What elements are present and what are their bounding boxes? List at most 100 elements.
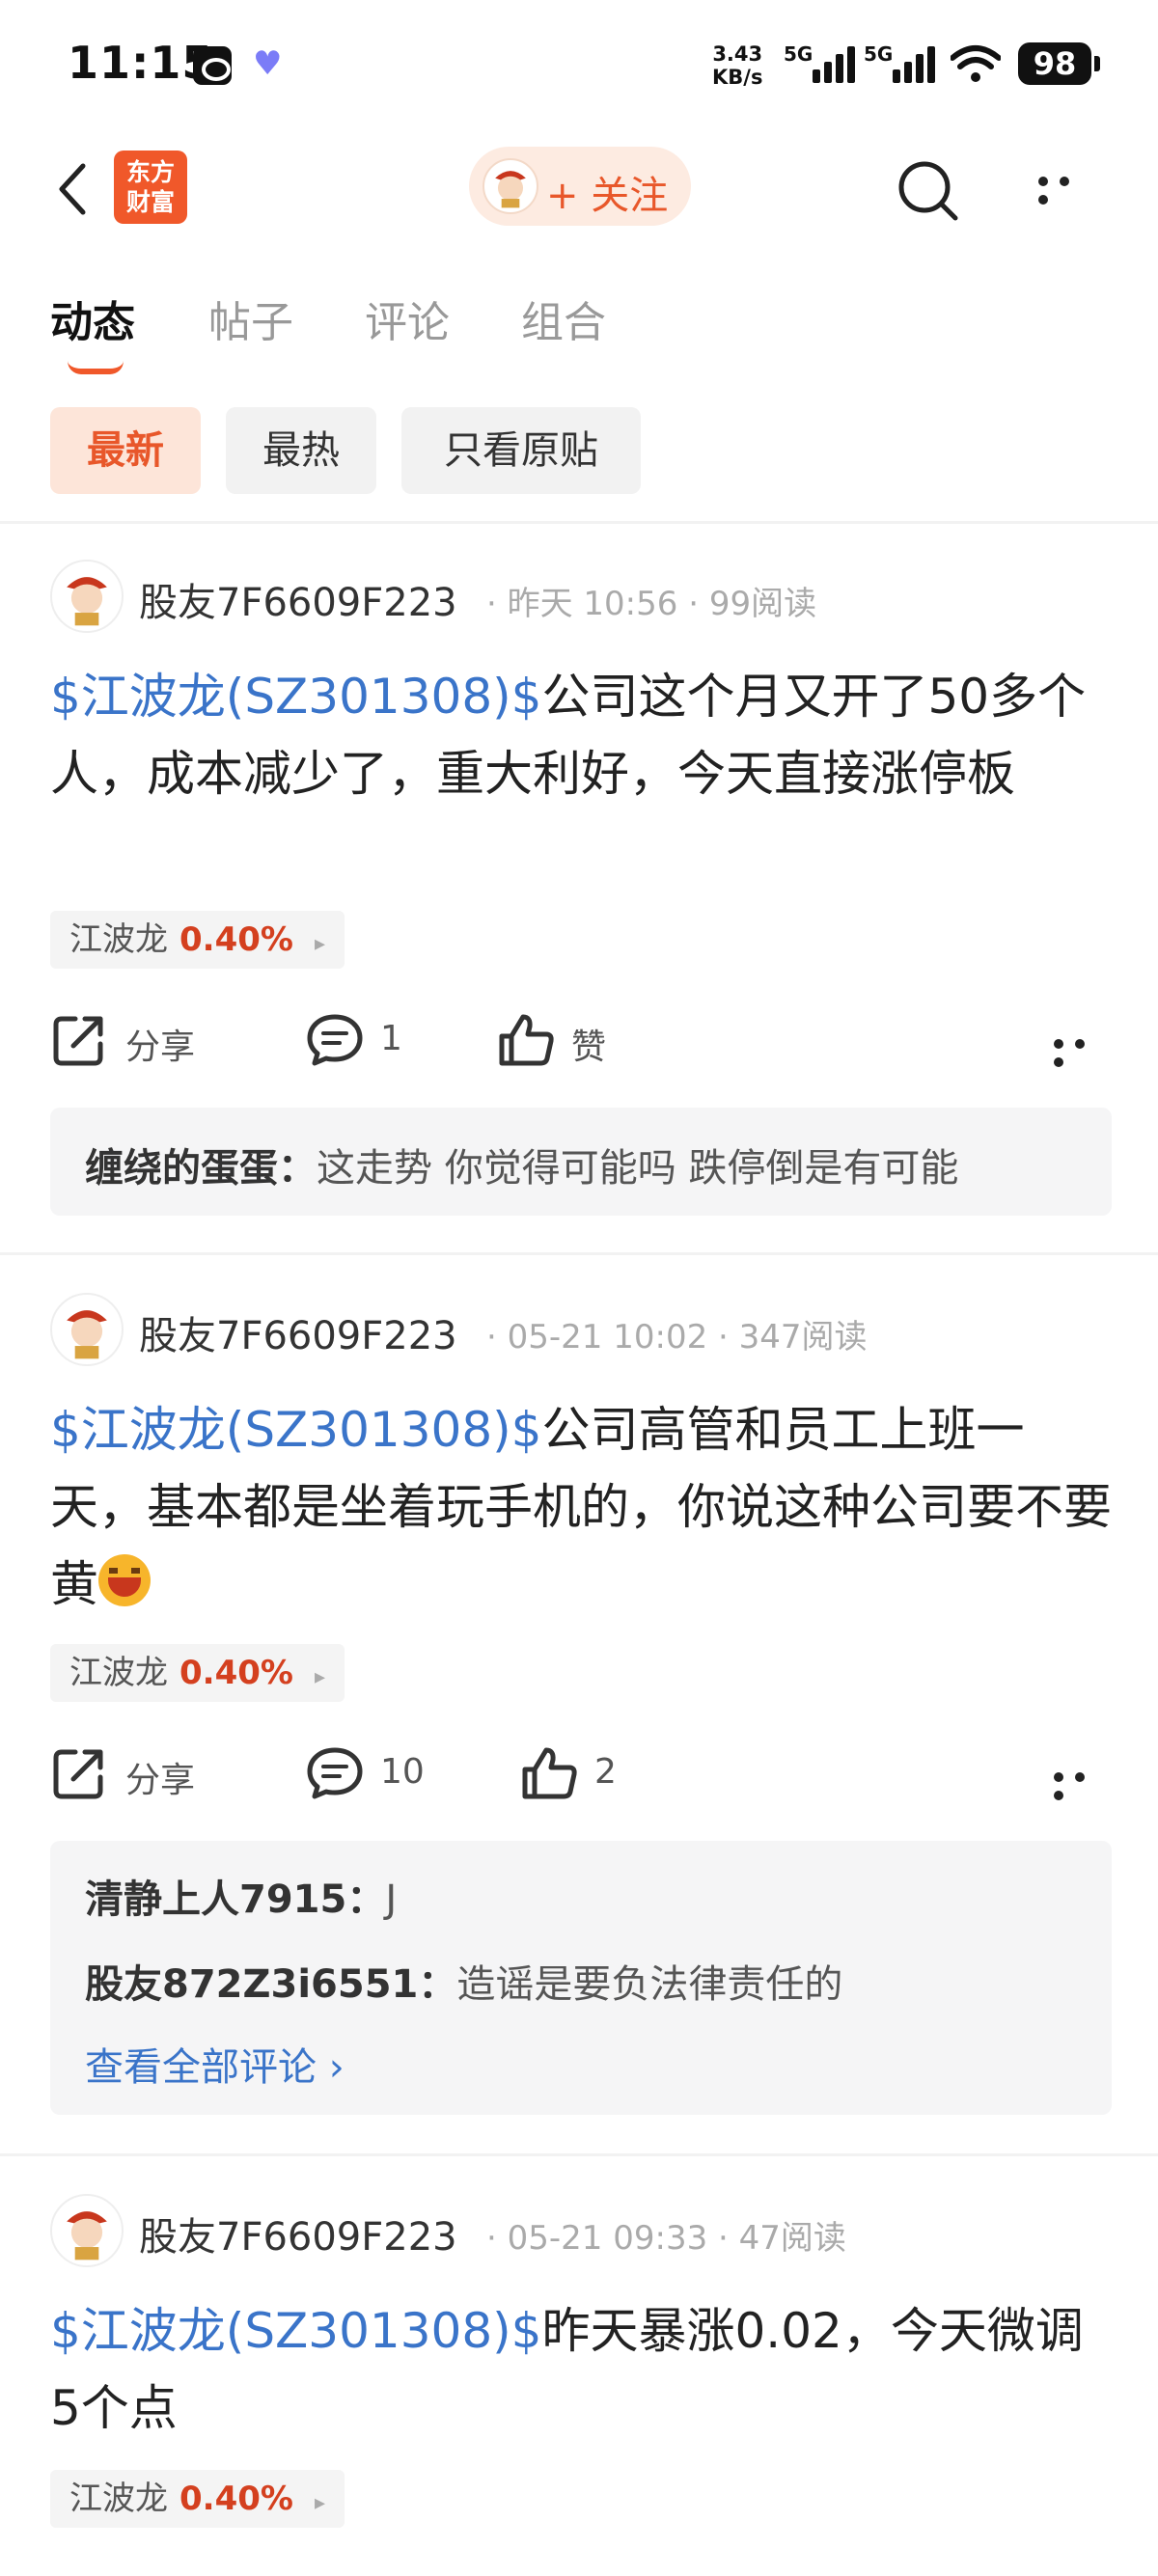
- comment-icon: [307, 1747, 363, 1799]
- share-icon: [53, 1016, 103, 1066]
- view-all-comments-link[interactable]: 查看全部评论 ›: [85, 2036, 345, 2092]
- divider: [0, 1252, 1158, 1255]
- stock-name: 江波龙: [69, 1654, 168, 1692]
- post-card[interactable]: 股友7F6609F223 · 昨天 10:56 · 99阅读 $江波龙(SZ30…: [0, 560, 1158, 1254]
- comment-count: 1: [380, 1019, 402, 1058]
- divider: [0, 521, 1158, 524]
- nav-bar: 东方 财富 + 关注: [0, 135, 1158, 241]
- post-meta: · 05-21 09:33 · 47阅读: [486, 2219, 846, 2258]
- comment-item: 股友872Z3i6551：造谣是要负法律责任的: [85, 1953, 842, 2009]
- stock-name: 江波龙: [69, 920, 168, 959]
- comment-item: 清静上人7915：J: [85, 1868, 397, 1924]
- status-bar: 11:15 ♥ 3.43 KB/s 5G 5G 98: [0, 0, 1158, 135]
- play-arrow-icon: ▸: [314, 2491, 326, 2515]
- follow-label: + 关注: [546, 174, 669, 218]
- share-label: 分享: [125, 1028, 196, 1067]
- comment-preview[interactable]: 清静上人7915：J 股友872Z3i6551：造谣是要负法律责任的 查看全部评…: [50, 1841, 1112, 2115]
- comment-button[interactable]: 1: [305, 1005, 421, 1073]
- active-tab-indicator: [68, 361, 124, 374]
- author-name[interactable]: 股友7F6609F223: [139, 2206, 457, 2261]
- more-icon[interactable]: [1038, 172, 1100, 205]
- play-arrow-icon: ▸: [314, 1665, 326, 1689]
- status-time: 11:15: [68, 37, 214, 89]
- brand-logo: 东方 财富: [114, 151, 187, 224]
- comment-user[interactable]: 缠绕的蛋蛋：: [85, 1146, 317, 1191]
- comment-item: 缠绕的蛋蛋：这走势 你觉得可能吗 跌停倒是有可能: [85, 1137, 958, 1192]
- post-meta: · 昨天 10:56 · 99阅读: [486, 585, 817, 623]
- comment-icon: [307, 1014, 363, 1066]
- stock-link[interactable]: $江波龙(SZ301308)$: [50, 669, 542, 725]
- comment-preview[interactable]: 缠绕的蛋蛋：这走势 你觉得可能吗 跌停倒是有可能: [50, 1108, 1112, 1216]
- filter-hot[interactable]: 最热: [226, 407, 376, 494]
- filter-bar: 最新 最热 只看原贴: [0, 407, 1158, 496]
- more-icon[interactable]: [1054, 1034, 1112, 1067]
- stock-link[interactable]: $江波龙(SZ301308)$: [50, 1402, 542, 1458]
- laughing-emoji-icon: [98, 1554, 151, 1606]
- author-name[interactable]: 股友7F6609F223: [139, 1304, 457, 1360]
- comment-user[interactable]: 清静上人7915：: [85, 1877, 385, 1922]
- post-card[interactable]: 股友7F6609F223 · 05-21 09:33 · 47阅读 $江波龙(S…: [0, 2194, 1158, 2576]
- stock-link[interactable]: $江波龙(SZ301308)$: [50, 2303, 542, 2359]
- net-speed-unit: KB/s: [712, 66, 763, 89]
- post-meta: · 05-21 10:02 · 347阅读: [486, 1318, 868, 1357]
- like-count: 2: [594, 1752, 617, 1792]
- stock-change: 0.40%: [179, 2480, 293, 2518]
- avatar[interactable]: [50, 1293, 124, 1366]
- share-label: 分享: [125, 1761, 196, 1800]
- author-name[interactable]: 股友7F6609F223: [139, 571, 457, 627]
- more-icon[interactable]: [1054, 1768, 1112, 1800]
- stock-chip[interactable]: 江波龙 0.40% ▸: [50, 911, 345, 969]
- filter-latest[interactable]: 最新: [50, 407, 201, 494]
- stock-change: 0.40%: [179, 920, 293, 959]
- like-button[interactable]: 2: [519, 1739, 635, 1806]
- like-button[interactable]: 赞: [496, 1005, 641, 1073]
- net-speed-value: 3.43: [712, 42, 763, 66]
- battery-indicator: 98: [1018, 42, 1100, 85]
- stock-chip[interactable]: 江波龙 0.40% ▸: [50, 2470, 345, 2528]
- signal-icon: 5G: [864, 42, 939, 85]
- comment-text: J: [385, 1877, 398, 1922]
- post-card[interactable]: 股友7F6609F223 · 05-21 10:02 · 347阅读 $江波龙(…: [0, 1293, 1158, 2142]
- post-header: 股友7F6609F223 · 05-21 09:33 · 47阅读: [50, 2194, 1112, 2267]
- share-button[interactable]: 分享: [50, 1739, 224, 1806]
- post-text[interactable]: $江波龙(SZ301308)$昨天暴涨0.02，今天微调5个点: [50, 2292, 1112, 2447]
- capcut-icon: [193, 46, 232, 85]
- tab-dynamic[interactable]: 动态: [50, 288, 135, 349]
- tab-comments[interactable]: 评论: [365, 288, 450, 349]
- tab-posts[interactable]: 帖子: [208, 288, 293, 349]
- post-header: 股友7F6609F223 · 昨天 10:56 · 99阅读: [50, 560, 1112, 633]
- signal-label: 5G: [864, 42, 894, 66]
- tab-portfolio[interactable]: 组合: [521, 288, 606, 349]
- comment-button[interactable]: 10: [305, 1739, 440, 1806]
- brand-line: 东方: [125, 158, 175, 186]
- thumbs-up-icon: [499, 1014, 554, 1066]
- comment-user[interactable]: 股友872Z3i6551：: [85, 1962, 456, 2007]
- avatar[interactable]: [50, 2194, 124, 2267]
- thumbs-up-icon: [522, 1747, 577, 1799]
- post-header: 股友7F6609F223 · 05-21 10:02 · 347阅读: [50, 1293, 1112, 1366]
- signal-icon: 5G: [784, 42, 859, 85]
- post-text[interactable]: $江波龙(SZ301308)$公司高管和员工上班一天，基本都是坐着玩手机的，你说…: [50, 1391, 1112, 1623]
- comment-text: 这走势 你觉得可能吗 跌停倒是有可能: [317, 1146, 959, 1191]
- avatar: [482, 158, 538, 214]
- tab-bar: 动态 帖子 评论 组合: [0, 280, 1158, 376]
- back-arrow-icon[interactable]: [48, 160, 106, 218]
- follow-button[interactable]: + 关注: [469, 147, 691, 226]
- post-text[interactable]: $江波龙(SZ301308)$公司这个月又开了50多个人，成本减少了，重大利好，…: [50, 658, 1112, 812]
- play-arrow-icon: ▸: [314, 932, 326, 956]
- stock-name: 江波龙: [69, 2480, 168, 2518]
- network-speed: 3.43 KB/s: [712, 42, 762, 89]
- brand-line: 财富: [125, 188, 175, 216]
- comment-count: 10: [380, 1752, 425, 1792]
- heart-icon: ♥: [253, 44, 283, 83]
- share-button[interactable]: 分享: [50, 1005, 224, 1073]
- filter-original-only[interactable]: 只看原贴: [401, 407, 641, 494]
- stock-chip[interactable]: 江波龙 0.40% ▸: [50, 1644, 345, 1702]
- divider: [0, 2153, 1158, 2156]
- avatar[interactable]: [50, 560, 124, 633]
- search-icon[interactable]: [894, 156, 961, 224]
- post-actions: 分享 10 2: [50, 1739, 1112, 1806]
- share-icon: [53, 1749, 103, 1799]
- like-label: 赞: [571, 1028, 607, 1067]
- signal-label: 5G: [784, 42, 813, 66]
